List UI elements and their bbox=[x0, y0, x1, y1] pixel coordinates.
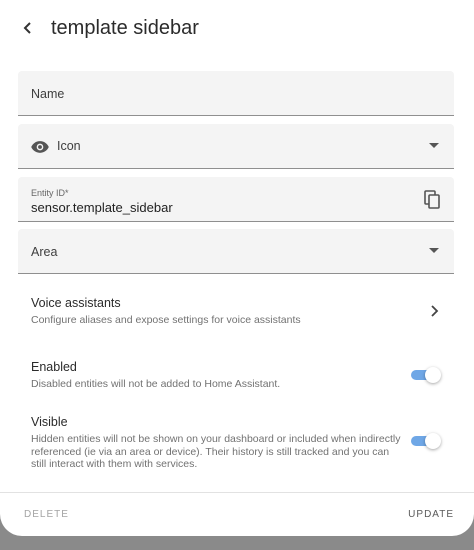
dialog-header: template sidebar bbox=[0, 0, 474, 58]
dialog-title: template sidebar bbox=[51, 17, 199, 39]
name-field-label: Name bbox=[31, 87, 65, 101]
icon-select[interactable]: Icon bbox=[18, 124, 454, 169]
entity-id-value: sensor.template_sidebar bbox=[31, 200, 173, 215]
enabled-toggle[interactable] bbox=[411, 367, 441, 383]
enabled-toggle-thumb bbox=[425, 367, 441, 383]
visible-row: Visible Hidden entities will not be show… bbox=[31, 415, 403, 471]
enabled-title: Enabled bbox=[31, 360, 77, 374]
area-select[interactable]: Area bbox=[18, 229, 454, 274]
entity-settings-dialog: template sidebar Name Icon Entity ID* se… bbox=[0, 0, 474, 536]
area-field-label: Area bbox=[31, 245, 58, 259]
voice-assistants-title: Voice assistants bbox=[31, 296, 121, 310]
icon-field-label: Icon bbox=[57, 139, 81, 153]
update-button[interactable]: UPDATE bbox=[408, 509, 454, 520]
dropdown-arrow-icon bbox=[429, 143, 439, 148]
visible-title: Visible bbox=[31, 415, 68, 429]
chevron-right-icon[interactable] bbox=[429, 305, 439, 317]
entity-id-field[interactable]: Entity ID* sensor.template_sidebar bbox=[18, 177, 454, 222]
name-field[interactable]: Name bbox=[18, 71, 454, 116]
footer-divider bbox=[0, 492, 474, 493]
enabled-subtitle: Disabled entities will not be added to H… bbox=[31, 378, 281, 390]
copy-icon[interactable] bbox=[424, 190, 440, 210]
visible-toggle[interactable] bbox=[411, 433, 441, 449]
dropdown-arrow-icon bbox=[429, 248, 439, 253]
voice-assistants-row[interactable]: Voice assistants Configure aliases and e… bbox=[31, 296, 431, 327]
arrow-left-icon bbox=[23, 22, 31, 34]
back-button[interactable] bbox=[16, 16, 40, 40]
visible-toggle-thumb bbox=[425, 433, 441, 449]
entity-id-label: Entity ID* bbox=[31, 188, 69, 198]
eye-icon bbox=[31, 141, 49, 153]
enabled-row: Enabled Disabled entities will not be ad… bbox=[31, 360, 401, 391]
delete-button[interactable]: DELETE bbox=[24, 509, 69, 520]
visible-subtitle: Hidden entities will not be shown on you… bbox=[31, 433, 401, 470]
voice-assistants-subtitle: Configure aliases and expose settings fo… bbox=[31, 314, 301, 326]
